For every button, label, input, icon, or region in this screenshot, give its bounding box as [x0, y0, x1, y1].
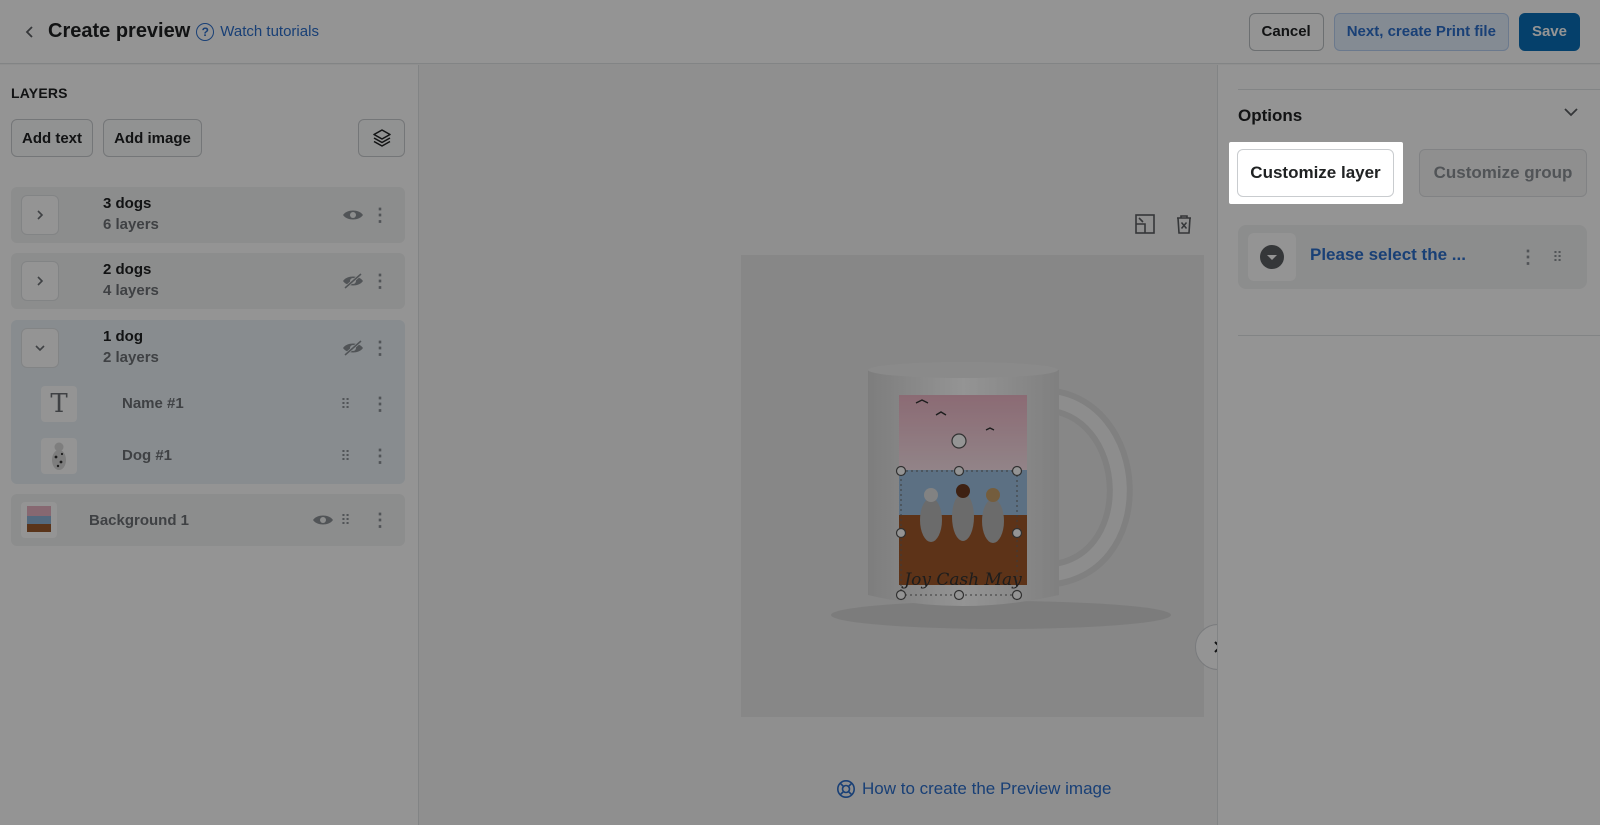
layers-title: LAYERS: [11, 85, 68, 101]
chevron-right-icon: [37, 210, 44, 220]
drag-handle-icon[interactable]: ⠿: [1550, 247, 1564, 267]
add-image-button[interactable]: Add image: [103, 119, 202, 157]
chevron-down-icon: [1564, 108, 1578, 117]
group-layer-count: 2 layers: [103, 349, 159, 366]
group-name: 1 dog: [103, 328, 143, 345]
more-options-icon[interactable]: ⋮: [371, 205, 389, 225]
page-title: Create preview: [48, 20, 191, 42]
layer-group-1-dog[interactable]: 1 dog 2 layers ⋮ T Name #1 ⠿ ⋮ Dog #1 ⠿ …: [11, 320, 405, 484]
divider: [1238, 335, 1600, 336]
layer-item-dog-1[interactable]: Dog #1 ⠿ ⋮: [11, 430, 405, 482]
help-icon: ?: [196, 22, 215, 41]
canvas-toolbar: [1134, 213, 1194, 240]
layer-name: Name #1: [122, 395, 184, 412]
eye-off-icon[interactable]: [341, 269, 365, 293]
more-options-icon[interactable]: ⋮: [1519, 247, 1537, 267]
group-name: 2 dogs: [103, 261, 152, 278]
layer-item-name-1[interactable]: T Name #1 ⠿ ⋮: [11, 378, 405, 430]
drag-handle-icon[interactable]: ⠿: [338, 446, 352, 466]
divider: [1238, 89, 1600, 90]
options-title: Options: [1238, 106, 1303, 125]
chevron-left-icon: [25, 25, 33, 38]
layer-background-1[interactable]: Background 1 ⠿ ⋮: [11, 494, 405, 546]
back-button[interactable]: [20, 22, 40, 42]
eye-icon[interactable]: [341, 203, 365, 227]
options-collapse-button[interactable]: [1563, 104, 1579, 122]
header-actions: Cancel Next, create Print file Save: [1248, 12, 1580, 51]
option-item-label: Please select the ...: [1310, 245, 1466, 264]
cancel-button[interactable]: Cancel: [1248, 12, 1324, 51]
next-create-print-file-button[interactable]: Next, create Print file: [1333, 12, 1509, 51]
expand-group-button[interactable]: [21, 195, 59, 235]
drag-handle-icon[interactable]: ⠿: [338, 394, 352, 414]
tour-spotlight: Customize layer: [1229, 142, 1403, 204]
eye-icon[interactable]: [311, 508, 335, 532]
chevron-right-icon: [37, 276, 44, 286]
layer-name: Dog #1: [122, 447, 173, 464]
layer-group-2-dogs[interactable]: 2 dogs 4 layers ⋮: [11, 253, 405, 309]
mug-names-text: Joy Cash May: [901, 570, 1022, 590]
expand-group-button[interactable]: [21, 261, 59, 301]
layers-stack-icon: [372, 129, 391, 147]
group-layer-count: 6 layers: [103, 216, 159, 233]
customize-layer-button[interactable]: Customize layer: [1237, 149, 1394, 197]
option-item[interactable]: Please select the ... ⋮ ⠿: [1238, 225, 1587, 289]
customize-group-tab[interactable]: Customize group: [1419, 149, 1587, 197]
layer-name: Background 1: [89, 512, 190, 529]
more-options-icon[interactable]: ⋮: [371, 394, 389, 414]
editor-canvas-area: Joy Cash May How to create the Preview i…: [420, 65, 1241, 825]
delete-layer-icon[interactable]: [1174, 213, 1194, 240]
collapse-group-button[interactable]: [21, 328, 59, 368]
group-layer-count: 4 layers: [103, 282, 159, 299]
how-to-preview-link[interactable]: How to create the Preview image: [836, 779, 1111, 799]
dog-image-thumbnail: [41, 438, 77, 474]
lifebuoy-icon: [837, 780, 855, 798]
dropdown-option-icon: [1248, 233, 1296, 281]
how-to-preview-label: How to create the Preview image: [862, 779, 1112, 798]
more-options-icon[interactable]: ⋮: [371, 446, 389, 466]
text-layer-icon: T: [41, 386, 77, 422]
top-bar: Create preview ? Watch tutorials Cancel …: [0, 0, 1600, 64]
save-button[interactable]: Save: [1518, 12, 1580, 51]
drag-handle-icon[interactable]: ⠿: [338, 510, 352, 530]
layers-panel: LAYERS Add text Add image 3 dogs 6 layer…: [0, 65, 419, 825]
layer-group-3-dogs[interactable]: 3 dogs 6 layers ⋮: [11, 187, 405, 243]
eye-off-icon[interactable]: [341, 336, 365, 360]
more-options-icon[interactable]: ⋮: [371, 510, 389, 530]
preview-canvas[interactable]: Joy Cash May: [741, 255, 1204, 717]
layers-stack-button[interactable]: [358, 119, 405, 157]
more-options-icon[interactable]: ⋮: [371, 338, 389, 358]
add-text-button[interactable]: Add text: [11, 119, 93, 157]
fit-to-canvas-icon[interactable]: [1134, 213, 1156, 240]
more-options-icon[interactable]: ⋮: [371, 271, 389, 291]
chevron-down-icon: [35, 345, 45, 352]
mug-preview-image: Joy Cash May: [831, 362, 1171, 629]
watch-tutorials-link[interactable]: ? Watch tutorials: [196, 22, 319, 41]
background-thumbnail: [21, 502, 57, 538]
group-name: 3 dogs: [103, 195, 152, 212]
watch-tutorials-label: Watch tutorials: [220, 23, 319, 40]
